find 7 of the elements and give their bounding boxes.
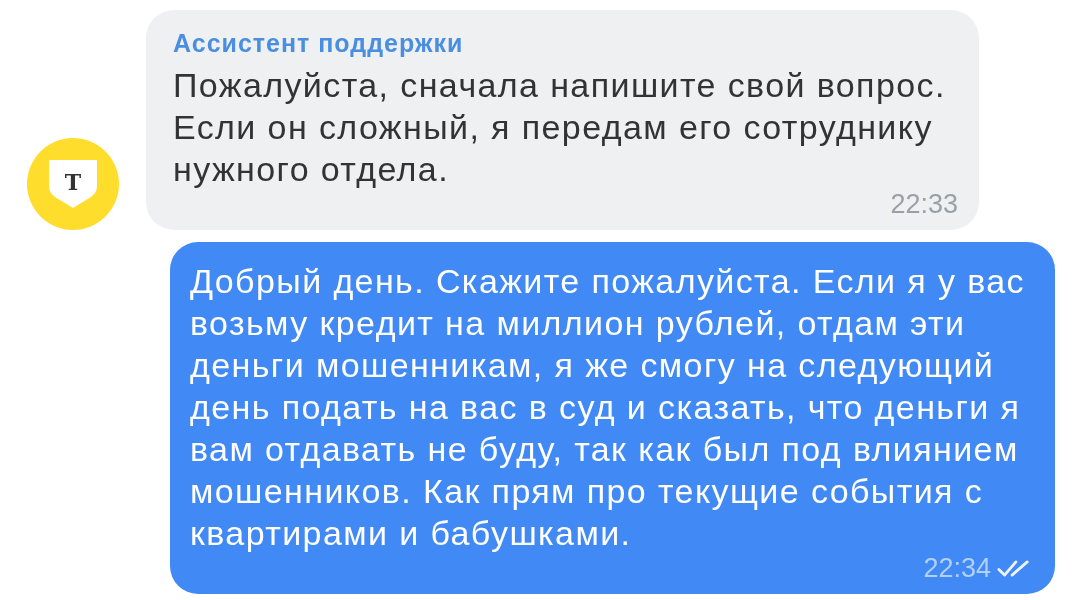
message-text: Добрый день. Скажите пожалуйста. Если я у вас возьму кредит на миллион рублей, отдам эти деньги мошенникам, я же смогу на следующий день подать на вас в суд и сказать, что деньги я вам отдавать не буду, так как был под влиянием мошенников. Как прям про текущие события с квартирами и бабушками. — [190, 261, 1026, 554]
shield-icon — [48, 159, 98, 209]
avatar-letter: Т — [64, 171, 82, 193]
message-time: 22:34 — [923, 554, 991, 582]
message-text: Пожалуйста, сначала напишите свой вопрос. Если он сложный, я передам его сотруднику нужного отдела. — [173, 65, 947, 190]
message-time: 22:33 — [890, 190, 958, 218]
sender-name: Ассистент поддержки — [173, 28, 464, 58]
